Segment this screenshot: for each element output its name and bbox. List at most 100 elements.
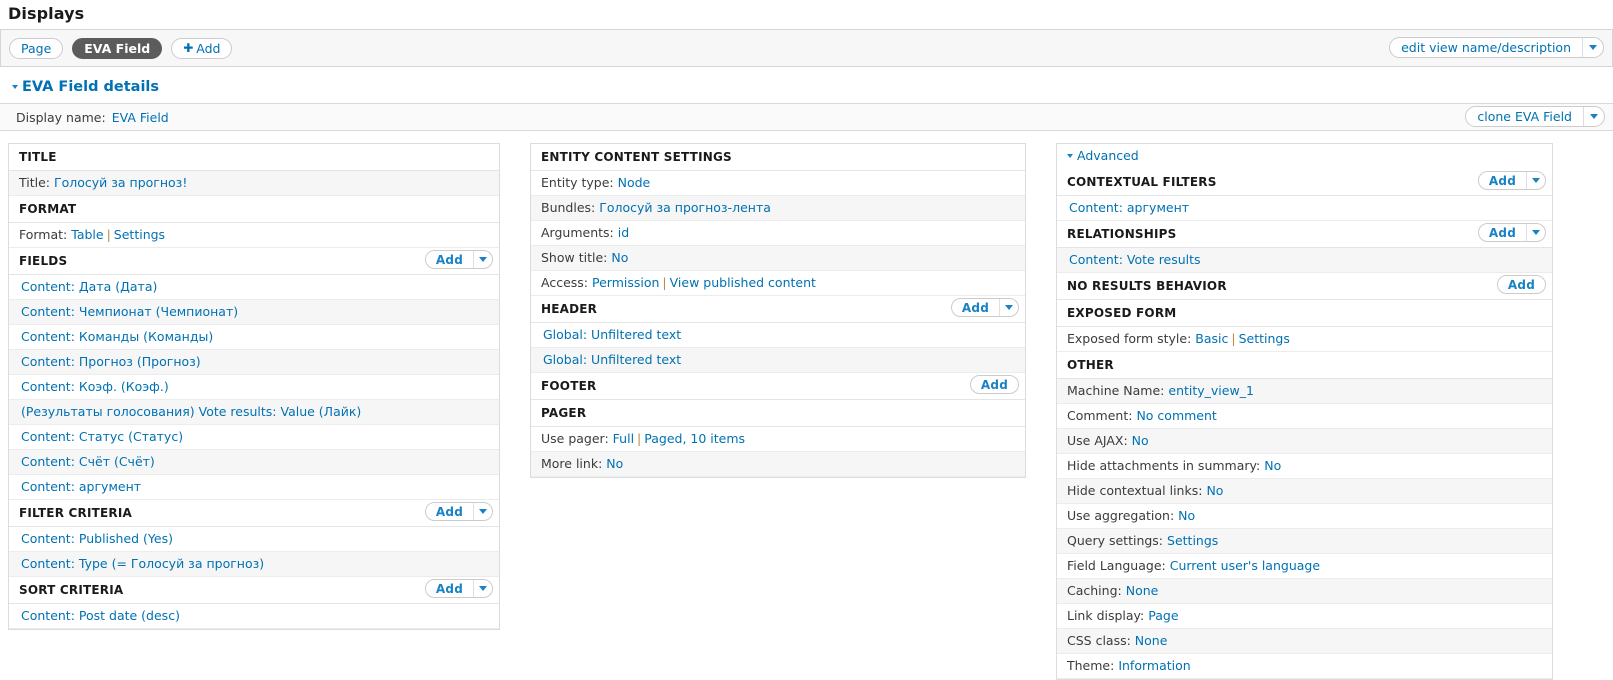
- title-value[interactable]: Голосуй за прогноз!: [54, 175, 187, 190]
- relationships-add-button[interactable]: Add: [1477, 223, 1546, 242]
- display-tab-page[interactable]: Page: [9, 37, 64, 59]
- header-add-actions: Add: [950, 298, 1019, 317]
- clone-eva-field-button[interactable]: clone EVA Field: [1465, 106, 1605, 127]
- filter-add-button[interactable]: Add: [424, 502, 493, 521]
- use-aggregation-value[interactable]: No: [1178, 508, 1195, 523]
- css-class-label: CSS class:: [1067, 633, 1131, 648]
- field-item-5[interactable]: (Результаты голосования) Vote results: V…: [21, 404, 361, 419]
- edit-view-dropdown-toggle[interactable]: [1582, 38, 1603, 57]
- query-settings-value[interactable]: Settings: [1167, 533, 1218, 548]
- field-item-2[interactable]: Content: Команды (Команды): [21, 329, 213, 344]
- clone-dropdown-toggle[interactable]: [1583, 107, 1604, 126]
- edit-view-name-description-button[interactable]: edit view name/description: [1389, 37, 1604, 58]
- sort-add-button[interactable]: Add: [424, 579, 493, 598]
- fields-add-button[interactable]: Add: [424, 250, 493, 269]
- advanced-label: Advanced: [1077, 148, 1139, 163]
- no-results-add-button[interactable]: Add: [1496, 275, 1546, 294]
- more-link-value[interactable]: No: [606, 456, 623, 471]
- add-display-button[interactable]: ✚ Add: [171, 37, 233, 59]
- display-name-value[interactable]: EVA Field: [112, 110, 169, 125]
- filter-item-1[interactable]: Content: Type (= Голосуй за прогноз): [21, 556, 264, 571]
- filter-item-0[interactable]: Content: Published (Yes): [21, 531, 173, 546]
- eva-field-details-toggle[interactable]: EVA Field details: [0, 67, 1613, 103]
- sort-item-0[interactable]: Content: Post date (desc): [21, 608, 180, 623]
- link-display-value[interactable]: Page: [1148, 608, 1178, 623]
- list-item: Content: Post date (desc): [9, 604, 499, 629]
- header-add-button[interactable]: Add: [950, 298, 1019, 317]
- column-middle: ENTITY CONTENT SETTINGS Entity type: Nod…: [530, 143, 1026, 478]
- field-item-8[interactable]: Content: аргумент: [21, 479, 141, 494]
- row-bundles: Bundles: Голосуй за прогноз-лента: [531, 196, 1025, 221]
- group-title-fields: FIELDS Add: [9, 248, 499, 275]
- css-class-value[interactable]: None: [1135, 633, 1168, 648]
- sort-criteria-heading: SORT CRITERIA: [19, 583, 124, 597]
- exposed-form-settings-link[interactable]: Settings: [1239, 331, 1290, 346]
- advanced-toggle[interactable]: Advanced: [1057, 144, 1552, 169]
- field-item-3[interactable]: Content: Прогноз (Прогноз): [21, 354, 201, 369]
- header-heading: HEADER: [541, 302, 598, 316]
- contextual-add-dropdown-toggle[interactable]: [1526, 172, 1545, 189]
- field-item-7[interactable]: Content: Счёт (Счёт): [21, 454, 155, 469]
- separator: |: [106, 227, 111, 242]
- filter-add-actions: Add: [424, 502, 493, 521]
- relationships-add-dropdown-toggle[interactable]: [1526, 224, 1545, 241]
- use-ajax-value[interactable]: No: [1132, 433, 1149, 448]
- clone-eva-field-label[interactable]: clone EVA Field: [1466, 107, 1583, 126]
- group-title-entity-content-settings: ENTITY CONTENT SETTINGS: [531, 144, 1025, 171]
- field-language-value[interactable]: Current user's language: [1170, 558, 1320, 573]
- relationship-item-0[interactable]: Content: Vote results: [1069, 252, 1201, 267]
- footer-add-label[interactable]: Add: [971, 376, 1018, 393]
- contextual-add-button[interactable]: Add: [1477, 171, 1546, 190]
- use-pager-value[interactable]: Full: [613, 431, 634, 446]
- caching-label: Caching:: [1067, 583, 1122, 598]
- bundles-label: Bundles:: [541, 200, 596, 215]
- header-item-0[interactable]: Global: Unfiltered text: [543, 327, 681, 342]
- fields-add-dropdown-toggle[interactable]: [473, 251, 492, 268]
- contextual-filter-item-0[interactable]: Content: аргумент: [1069, 200, 1189, 215]
- show-title-value[interactable]: No: [611, 250, 628, 265]
- filter-add-label[interactable]: Add: [426, 503, 473, 520]
- access-permission-link[interactable]: View published content: [670, 275, 816, 290]
- header-item-1[interactable]: Global: Unfiltered text: [543, 352, 681, 367]
- field-item-6[interactable]: Content: Статус (Статус): [21, 429, 183, 444]
- display-name-row: Display name: EVA Field clone EVA Field: [0, 103, 1613, 131]
- edit-view-name-description-label[interactable]: edit view name/description: [1390, 38, 1582, 57]
- fields-add-label[interactable]: Add: [426, 251, 473, 268]
- header-add-dropdown-toggle[interactable]: [999, 299, 1018, 316]
- bundles-value[interactable]: Голосуй за прогноз-лента: [599, 200, 771, 215]
- arguments-value[interactable]: id: [618, 225, 629, 240]
- use-ajax-label: Use AJAX:: [1067, 433, 1128, 448]
- contextual-add-label[interactable]: Add: [1479, 172, 1526, 189]
- footer-add-actions: Add: [969, 375, 1019, 394]
- hide-attachments-value[interactable]: No: [1264, 458, 1281, 473]
- format-settings-link[interactable]: Settings: [114, 227, 165, 242]
- header-add-label[interactable]: Add: [952, 299, 999, 316]
- group-title-relationships: RELATIONSHIPS Add: [1057, 221, 1552, 248]
- exposed-form-style-value[interactable]: Basic: [1195, 331, 1228, 346]
- chevron-down-icon: [479, 586, 487, 591]
- hide-contextual-links-value[interactable]: No: [1206, 483, 1223, 498]
- field-item-4[interactable]: Content: Коэф. (Коэф.): [21, 379, 169, 394]
- sort-add-dropdown-toggle[interactable]: [473, 580, 492, 597]
- field-item-0[interactable]: Content: Дата (Дата): [21, 279, 157, 294]
- no-results-add-label[interactable]: Add: [1498, 276, 1545, 293]
- machine-name-value[interactable]: entity_view_1: [1168, 383, 1254, 398]
- relationships-add-label[interactable]: Add: [1479, 224, 1526, 241]
- footer-add-button[interactable]: Add: [969, 375, 1019, 394]
- list-item: Content: Счёт (Счёт): [9, 450, 499, 475]
- display-tab-eva-field[interactable]: EVA Field: [72, 37, 163, 59]
- use-pager-label: Use pager:: [541, 431, 609, 446]
- row-show-title: Show title: No: [531, 246, 1025, 271]
- theme-value[interactable]: Information: [1118, 658, 1190, 673]
- caching-value[interactable]: None: [1126, 583, 1159, 598]
- format-value[interactable]: Table: [71, 227, 103, 242]
- theme-label: Theme:: [1067, 658, 1115, 673]
- filter-add-dropdown-toggle[interactable]: [473, 503, 492, 520]
- entity-type-value[interactable]: Node: [618, 175, 651, 190]
- field-item-1[interactable]: Content: Чемпионат (Чемпионат): [21, 304, 238, 319]
- sort-add-label[interactable]: Add: [426, 580, 473, 597]
- row-access: Access: Permission | View published conten…: [531, 271, 1025, 296]
- comment-value[interactable]: No comment: [1136, 408, 1216, 423]
- use-pager-settings-link[interactable]: Paged, 10 items: [644, 431, 745, 446]
- access-value[interactable]: Permission: [592, 275, 659, 290]
